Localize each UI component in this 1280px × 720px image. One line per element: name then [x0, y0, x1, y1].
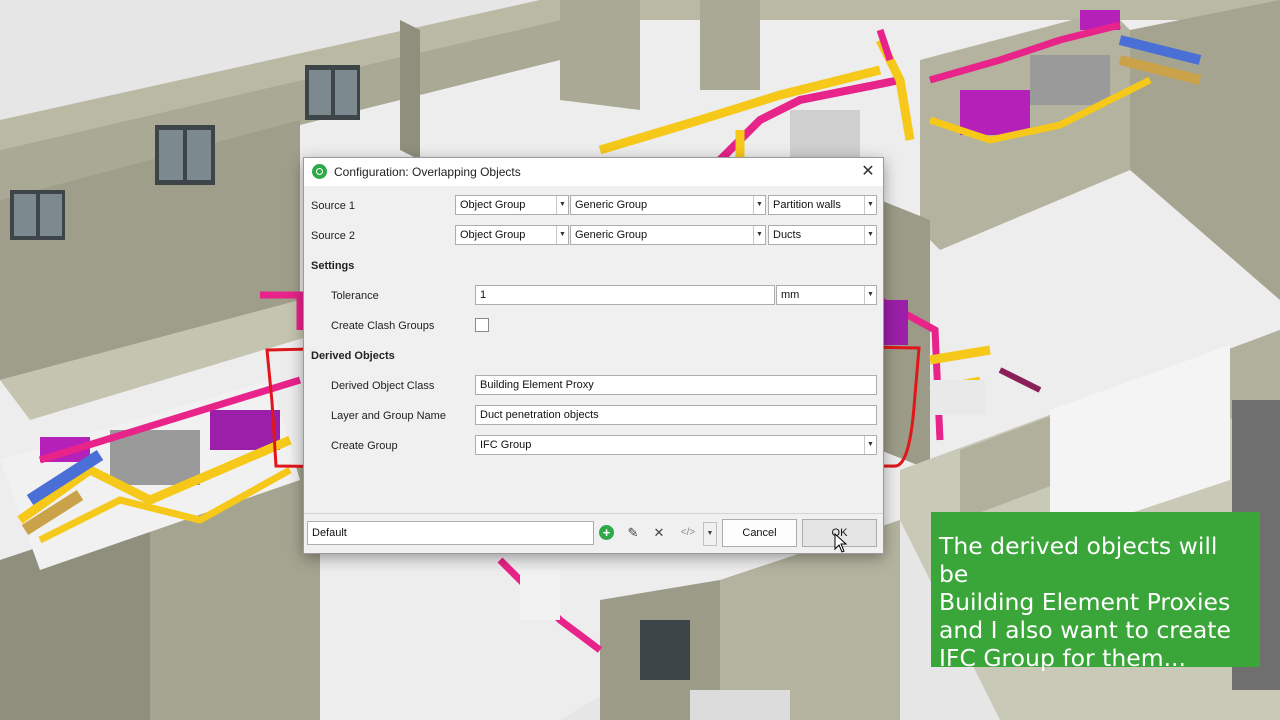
tolerance-unit-value: mm	[781, 289, 800, 301]
chevron-down-icon: ▼	[864, 286, 876, 304]
preset-name-input[interactable]: Default	[307, 521, 594, 545]
layer-group-name-value: Duct penetration objects	[480, 409, 599, 421]
caption-line-3: and I also want to create	[939, 616, 1231, 644]
derived-object-class-value: Building Element Proxy	[480, 379, 594, 391]
source1-group-value: Generic Group	[575, 199, 648, 211]
chevron-down-icon: ▼	[864, 226, 876, 244]
derived-object-class-label: Derived Object Class	[331, 380, 435, 392]
edit-icon[interactable]: ✎	[624, 524, 642, 542]
layer-group-name-label: Layer and Group Name	[331, 410, 446, 422]
chevron-down-icon: ▼	[556, 196, 568, 214]
dialog-titlebar[interactable]: Configuration: Overlapping Objects ✕	[304, 158, 883, 186]
tolerance-value: 1	[480, 289, 487, 301]
caption-line-4: IFC Group for them...	[939, 644, 1186, 672]
chevron-down-icon: ▼	[864, 436, 876, 454]
chevron-down-icon: ▼	[753, 196, 765, 214]
caption-line-1: The derived objects will be	[939, 532, 1218, 588]
source2-value-select[interactable]: Ducts ▼	[768, 225, 877, 245]
create-clash-groups-label: Create Clash Groups	[331, 320, 435, 332]
app-icon	[312, 164, 327, 179]
code-icon[interactable]: </>	[679, 524, 697, 542]
add-icon[interactable]: +	[599, 525, 614, 540]
source1-type-select[interactable]: Object Group ▼	[455, 195, 569, 215]
derived-objects-heading: Derived Objects	[311, 350, 395, 362]
chevron-down-icon: ▼	[556, 226, 568, 244]
source2-label: Source 2	[311, 230, 356, 242]
tolerance-label: Tolerance	[331, 290, 379, 302]
configuration-dialog: Configuration: Overlapping Objects ✕ Sou…	[303, 157, 884, 554]
source1-label: Source 1	[311, 200, 356, 212]
source2-value-text: Ducts	[773, 229, 802, 241]
footer-separator	[304, 513, 883, 514]
tolerance-unit-select[interactable]: mm ▼	[776, 285, 877, 305]
create-clash-groups-checkbox[interactable]	[475, 318, 489, 332]
source1-group-select[interactable]: Generic Group ▼	[570, 195, 766, 215]
tolerance-input[interactable]: 1	[475, 285, 775, 305]
dialog-title: Configuration: Overlapping Objects	[334, 165, 521, 179]
source1-value-select[interactable]: Partition walls ▼	[768, 195, 877, 215]
chevron-down-icon[interactable]: ▼	[703, 522, 717, 546]
source2-group-select[interactable]: Generic Group ▼	[570, 225, 766, 245]
create-group-select[interactable]: IFC Group ▼	[475, 435, 877, 455]
create-group-value: IFC Group	[480, 439, 532, 451]
caption-line-2: Building Element Proxies	[939, 588, 1231, 616]
layer-group-name-input[interactable]: Duct penetration objects	[475, 405, 877, 425]
caption-callout: The derived objects will be Building Ele…	[931, 512, 1260, 672]
chevron-down-icon: ▼	[753, 226, 765, 244]
derived-object-class-input[interactable]: Building Element Proxy	[475, 375, 877, 395]
source1-type-value: Object Group	[460, 199, 526, 211]
delete-icon[interactable]: ✕	[650, 524, 668, 542]
cancel-button[interactable]: Cancel	[722, 519, 797, 547]
create-group-label: Create Group	[331, 440, 398, 452]
settings-heading: Settings	[311, 260, 355, 272]
close-icon[interactable]: ✕	[857, 161, 879, 183]
source2-group-value: Generic Group	[575, 229, 648, 241]
chevron-down-icon: ▼	[864, 196, 876, 214]
preset-name-value: Default	[312, 527, 347, 539]
source2-type-value: Object Group	[460, 229, 526, 241]
cursor-icon	[834, 533, 848, 553]
source1-value-text: Partition walls	[773, 199, 841, 211]
source2-type-select[interactable]: Object Group ▼	[455, 225, 569, 245]
